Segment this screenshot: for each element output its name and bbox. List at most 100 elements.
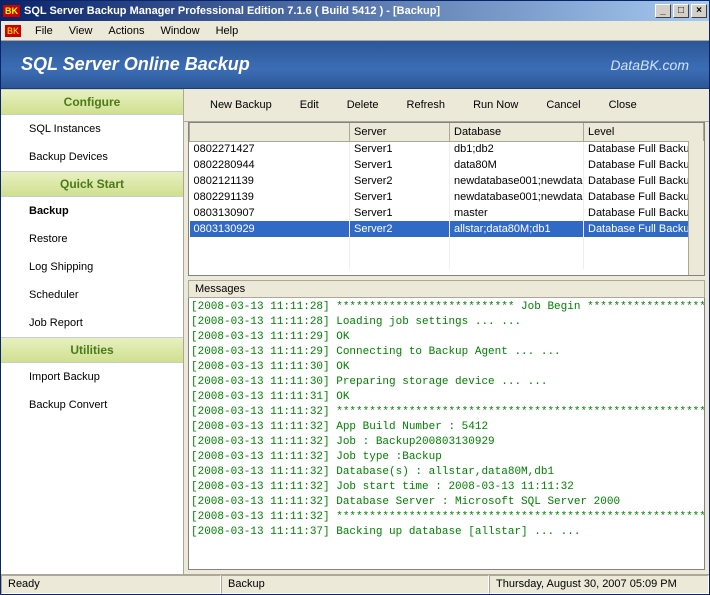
log-line: [2008-03-13 11:11:28] ******************… [191,300,702,315]
table-row[interactable]: 0802291139Server1newdatabase001;newdatab… [190,189,704,205]
sidebar-item-log-shipping[interactable]: Log Shipping [1,253,183,281]
table-cell: Server2 [350,221,450,237]
new-backup-button[interactable]: New Backup [196,97,286,113]
table-cell: 0802291139 [190,189,350,205]
section-quick-start[interactable]: Quick Start [1,171,183,197]
log-line: [2008-03-13 11:11:32] Job start time : 2… [191,480,702,495]
menu-help[interactable]: Help [208,23,247,39]
table-row-empty [190,237,704,253]
col-level[interactable]: Level [584,123,704,141]
log-line: [2008-03-13 11:11:32] Database Server : … [191,495,702,510]
table-row[interactable]: 0802280944Server1data80MDatabase Full Ba… [190,157,704,173]
table-cell: newdatabase001;newdatabase002 [450,189,584,205]
status-mid: Backup [221,575,489,594]
status-right: Thursday, August 30, 2007 05:09 PM [489,575,709,594]
close-button-toolbar[interactable]: Close [595,97,651,113]
table-cell: Database Full Backup [584,141,704,157]
col-database[interactable]: Database [450,123,584,141]
toolbar: New Backup Edit Delete Refresh Run Now C… [184,89,709,122]
table-cell: Server2 [350,173,450,189]
backup-table[interactable]: Server Database Level 0802271427Server1d… [189,123,704,269]
sidebar-item-sql-instances[interactable]: SQL Instances [1,115,183,143]
log-line: [2008-03-13 11:11:32] Job type :Backup [191,450,702,465]
sidebar-item-job-report[interactable]: Job Report [1,309,183,337]
table-cell: 0802271427 [190,141,350,157]
window-title: SQL Server Backup Manager Professional E… [24,5,655,17]
table-cell: Server1 [350,141,450,157]
sidebar-item-restore[interactable]: Restore [1,225,183,253]
table-row[interactable]: 0803130929Server2allstar;data80M;db1Data… [190,221,704,237]
edit-button[interactable]: Edit [286,97,333,113]
table-cell: Server1 [350,205,450,221]
table-cell: 0802121139 [190,173,350,189]
table-cell: db1;db2 [450,141,584,157]
sidebar-item-backup[interactable]: Backup [1,197,183,225]
app-icon: BK [3,5,20,17]
minimize-button[interactable]: _ [655,4,671,18]
table-row[interactable]: 0803130907Server1masterDatabase Full Bac… [190,205,704,221]
table-cell: data80M [450,157,584,173]
maximize-button[interactable]: □ [673,4,689,18]
section-configure[interactable]: Configure [1,89,183,115]
messages-panel[interactable]: [2008-03-13 11:11:28] ******************… [188,298,705,570]
statusbar: Ready Backup Thursday, August 30, 2007 0… [1,574,709,594]
menubar-icon: BK [5,25,21,37]
body: Configure SQL Instances Backup Devices Q… [1,89,709,574]
log-line: [2008-03-13 11:11:32] App Build Number :… [191,420,702,435]
titlebar[interactable]: BK SQL Server Backup Manager Professiona… [1,1,709,21]
run-now-button[interactable]: Run Now [459,97,532,113]
table-cell: 0803130907 [190,205,350,221]
log-line: [2008-03-13 11:11:32] Database(s) : alls… [191,465,702,480]
banner: SQL Server Online Backup DataBK.com [1,41,709,89]
table-cell: Server1 [350,189,450,205]
menu-view[interactable]: View [61,23,101,39]
table-cell: 0802280944 [190,157,350,173]
status-left: Ready [1,575,221,594]
app-window: BK SQL Server Backup Manager Professiona… [0,0,710,595]
menu-window[interactable]: Window [152,23,207,39]
menu-file[interactable]: File [27,23,61,39]
log-line: [2008-03-13 11:11:32] ******************… [191,510,702,525]
log-line: [2008-03-13 11:11:29] Connecting to Back… [191,345,702,360]
close-button[interactable]: × [691,4,707,18]
menu-actions[interactable]: Actions [100,23,152,39]
banner-title: SQL Server Online Backup [21,54,610,75]
table-cell: Database Full Backup [584,189,704,205]
table-row[interactable]: 0802121139Server2newdatabase001;newdatab… [190,173,704,189]
sidebar: Configure SQL Instances Backup Devices Q… [1,89,184,574]
log-line: [2008-03-13 11:11:37] Backing up databas… [191,525,702,540]
log-line: [2008-03-13 11:11:29] OK [191,330,702,345]
table-cell: master [450,205,584,221]
table-row[interactable]: 0802271427Server1db1;db2Database Full Ba… [190,141,704,157]
delete-button[interactable]: Delete [333,97,393,113]
refresh-button[interactable]: Refresh [393,97,460,113]
sidebar-item-import-backup[interactable]: Import Backup [1,363,183,391]
col-server[interactable]: Server [350,123,450,141]
table-header-row[interactable]: Server Database Level [190,123,704,141]
table-row-empty [190,253,704,269]
backup-table-wrap: Server Database Level 0802271427Server1d… [188,122,705,276]
table-cell: Database Full Backup [584,205,704,221]
log-line: [2008-03-13 11:11:28] Loading job settin… [191,315,702,330]
log-line: [2008-03-13 11:11:31] OK [191,390,702,405]
table-cell: Database Full Backup [584,157,704,173]
main: New Backup Edit Delete Refresh Run Now C… [184,89,709,574]
cancel-button[interactable]: Cancel [532,97,594,113]
section-utilities[interactable]: Utilities [1,337,183,363]
banner-brand: DataBK.com [610,57,689,73]
log-line: [2008-03-13 11:11:30] OK [191,360,702,375]
sidebar-item-scheduler[interactable]: Scheduler [1,281,183,309]
vertical-scrollbar[interactable] [688,141,704,275]
messages-header: Messages [188,280,705,298]
table-cell: newdatabase001;newdatabase00... [450,173,584,189]
table-cell: allstar;data80M;db1 [450,221,584,237]
window-buttons: _ □ × [655,4,707,18]
sidebar-item-backup-convert[interactable]: Backup Convert [1,391,183,419]
menubar: BK File View Actions Window Help [1,21,709,41]
col-id[interactable] [190,123,350,141]
log-line: [2008-03-13 11:11:32] Job : Backup200803… [191,435,702,450]
table-cell: Database Full Backup [584,221,704,237]
table-cell: Server1 [350,157,450,173]
sidebar-item-backup-devices[interactable]: Backup Devices [1,143,183,171]
table-cell: 0803130929 [190,221,350,237]
